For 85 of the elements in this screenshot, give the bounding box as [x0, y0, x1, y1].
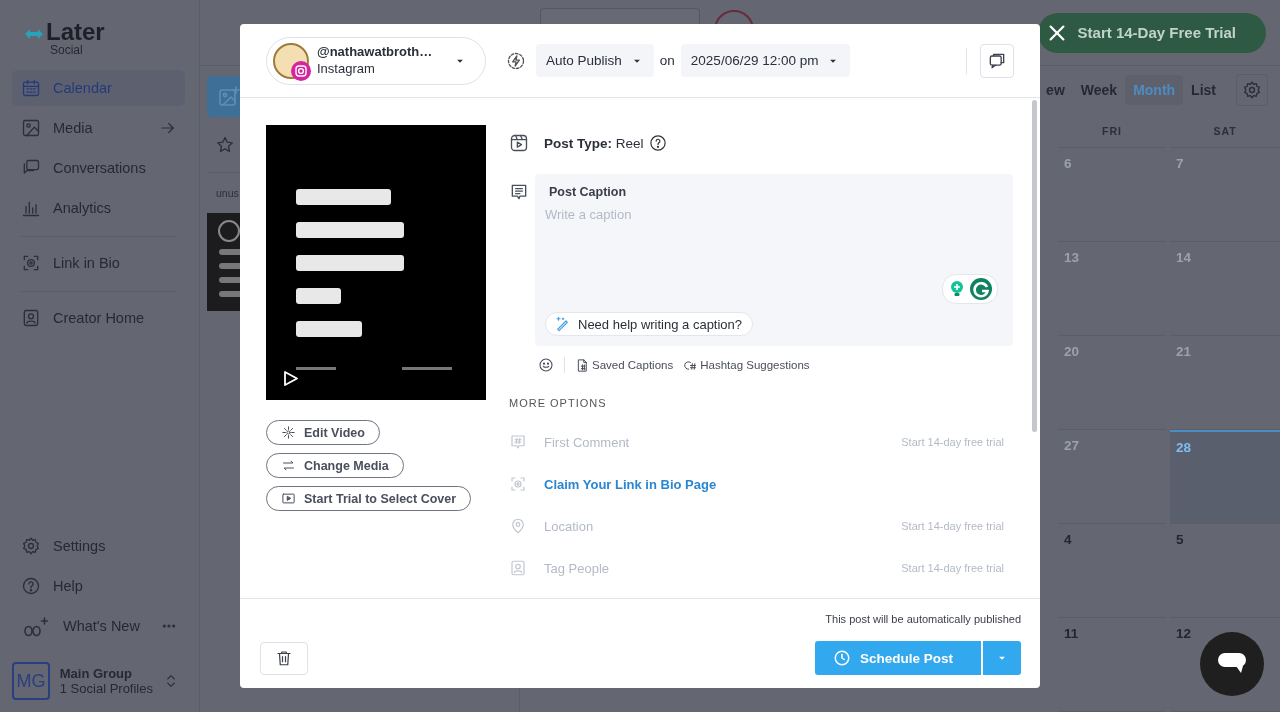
media-action-button[interactable]: Change Media — [266, 453, 404, 478]
clock-icon — [832, 649, 851, 667]
help-icon — [648, 134, 667, 152]
media-action-button[interactable]: Edit Video — [266, 420, 380, 445]
sidebar-item[interactable]: Creator Home — [12, 300, 185, 336]
account-name: Main Group — [59, 666, 133, 681]
caption-tool-button[interactable]: Saved Captions — [575, 357, 674, 373]
sidebar-item[interactable]: Help — [12, 568, 185, 604]
day-cell[interactable]: 11 — [1058, 618, 1166, 712]
day-cell[interactable]: 14 — [1170, 242, 1280, 336]
delete-button[interactable] — [260, 641, 308, 675]
burst-icon — [281, 425, 296, 440]
view-tab[interactable]: ew — [1038, 75, 1073, 105]
image-icon — [21, 118, 41, 138]
account-profiles: 1 Social Profiles — [59, 681, 153, 696]
location-pin-icon — [509, 517, 527, 535]
trial-link[interactable]: Start 14-day free trial — [901, 520, 1004, 532]
trash-icon — [275, 649, 293, 667]
account-switcher[interactable]: MG Main Group 1 Social Profiles — [12, 654, 185, 704]
emoji-icon — [538, 357, 554, 373]
calendar-icon — [21, 78, 41, 98]
account-initials: MG — [12, 662, 50, 700]
publish-mode-dropdown[interactable]: Auto Publish — [536, 44, 654, 77]
publish-notice: This post will be automatically published — [825, 613, 1021, 625]
view-tab[interactable]: List — [1183, 75, 1224, 105]
day-cell[interactable]: 13 — [1058, 242, 1166, 336]
caption-icon — [509, 182, 529, 202]
option-label: Tag People — [544, 560, 610, 576]
star-icon — [215, 134, 235, 155]
sidebar-item[interactable]: What's New — [12, 608, 185, 644]
trial-link[interactable]: Start 14-day free trial — [901, 562, 1004, 574]
day-cell[interactable]: 7 — [1170, 148, 1280, 242]
document-icon — [575, 357, 590, 373]
post-type: Post Type: Reel — [544, 135, 644, 151]
section-heading: MORE OPTIONS — [509, 397, 608, 409]
day-cell[interactable]: 20 — [1058, 336, 1166, 430]
emoji-button[interactable] — [538, 357, 554, 373]
schedule-post-button[interactable]: Schedule Post — [814, 641, 981, 675]
sidebar-item[interactable]: Settings — [12, 528, 185, 564]
day-cell[interactable]: 5 — [1170, 524, 1280, 618]
sparkle-eyes-icon — [21, 615, 51, 637]
weekday-label: FRI — [1058, 114, 1166, 148]
caption-help-button[interactable]: Need help writing a caption? — [545, 312, 754, 336]
sidebar-item[interactable]: Media — [12, 110, 185, 146]
media-action-button[interactable]: Start Trial to Select Cover — [266, 486, 472, 511]
logo-product: Social — [50, 44, 84, 56]
caption-field[interactable]: Post Caption Write a caption Need help writing a caption? — [535, 174, 1013, 346]
day-cell[interactable]: 27 — [1058, 430, 1166, 524]
comments-button[interactable] — [980, 43, 1014, 78]
sidebar-item[interactable]: Calendar — [12, 70, 185, 106]
sidebar-item[interactable]: Conversations — [12, 150, 185, 186]
logo-icon — [24, 27, 44, 41]
reel-icon — [509, 133, 529, 153]
logo-wordmark: Later — [46, 20, 105, 44]
video-frame-icon — [281, 491, 296, 506]
date-time-dropdown[interactable]: 2025/06/29 12:00 pm — [680, 44, 851, 77]
weekday-label: SAT — [1170, 114, 1280, 148]
caption-tool-button[interactable]: Hashtag Suggestions — [683, 357, 810, 373]
option-label: First Comment — [544, 434, 630, 450]
sidebar-item[interactable]: Link in Bio — [12, 245, 185, 281]
view-tab[interactable]: Week — [1072, 75, 1126, 105]
link-in-bio-link[interactable]: Claim Your Link in Bio Page — [544, 476, 717, 492]
sidebar-item[interactable]: Analytics — [12, 190, 185, 226]
on-label: on — [659, 53, 675, 68]
scrollbar[interactable] — [1032, 100, 1037, 432]
view-tab[interactable]: Month — [1125, 75, 1184, 105]
day-cell[interactable]: 6 — [1058, 148, 1166, 242]
settings-icon — [1242, 80, 1262, 100]
contact-card-icon — [21, 308, 41, 328]
swap-arrows-icon — [281, 458, 296, 473]
day-cell[interactable]: 28 — [1170, 430, 1280, 524]
image-plus-icon — [217, 84, 241, 109]
help-icon — [21, 576, 41, 596]
camera-icon — [291, 60, 311, 81]
contact-card-icon — [509, 559, 527, 577]
day-cell[interactable]: 4 — [1058, 524, 1166, 618]
option-label: Location — [544, 518, 594, 534]
trial-link[interactable]: Start 14-day free trial — [901, 436, 1004, 448]
scan-icon — [509, 475, 527, 493]
scan-icon — [21, 253, 41, 273]
lightning-icon — [506, 50, 526, 71]
settings-icon — [21, 536, 41, 556]
hashtag-comment-icon — [509, 433, 527, 451]
assistant-badge[interactable] — [942, 274, 998, 304]
trial-button[interactable]: Start 14-Day Free Trial — [1037, 12, 1266, 53]
